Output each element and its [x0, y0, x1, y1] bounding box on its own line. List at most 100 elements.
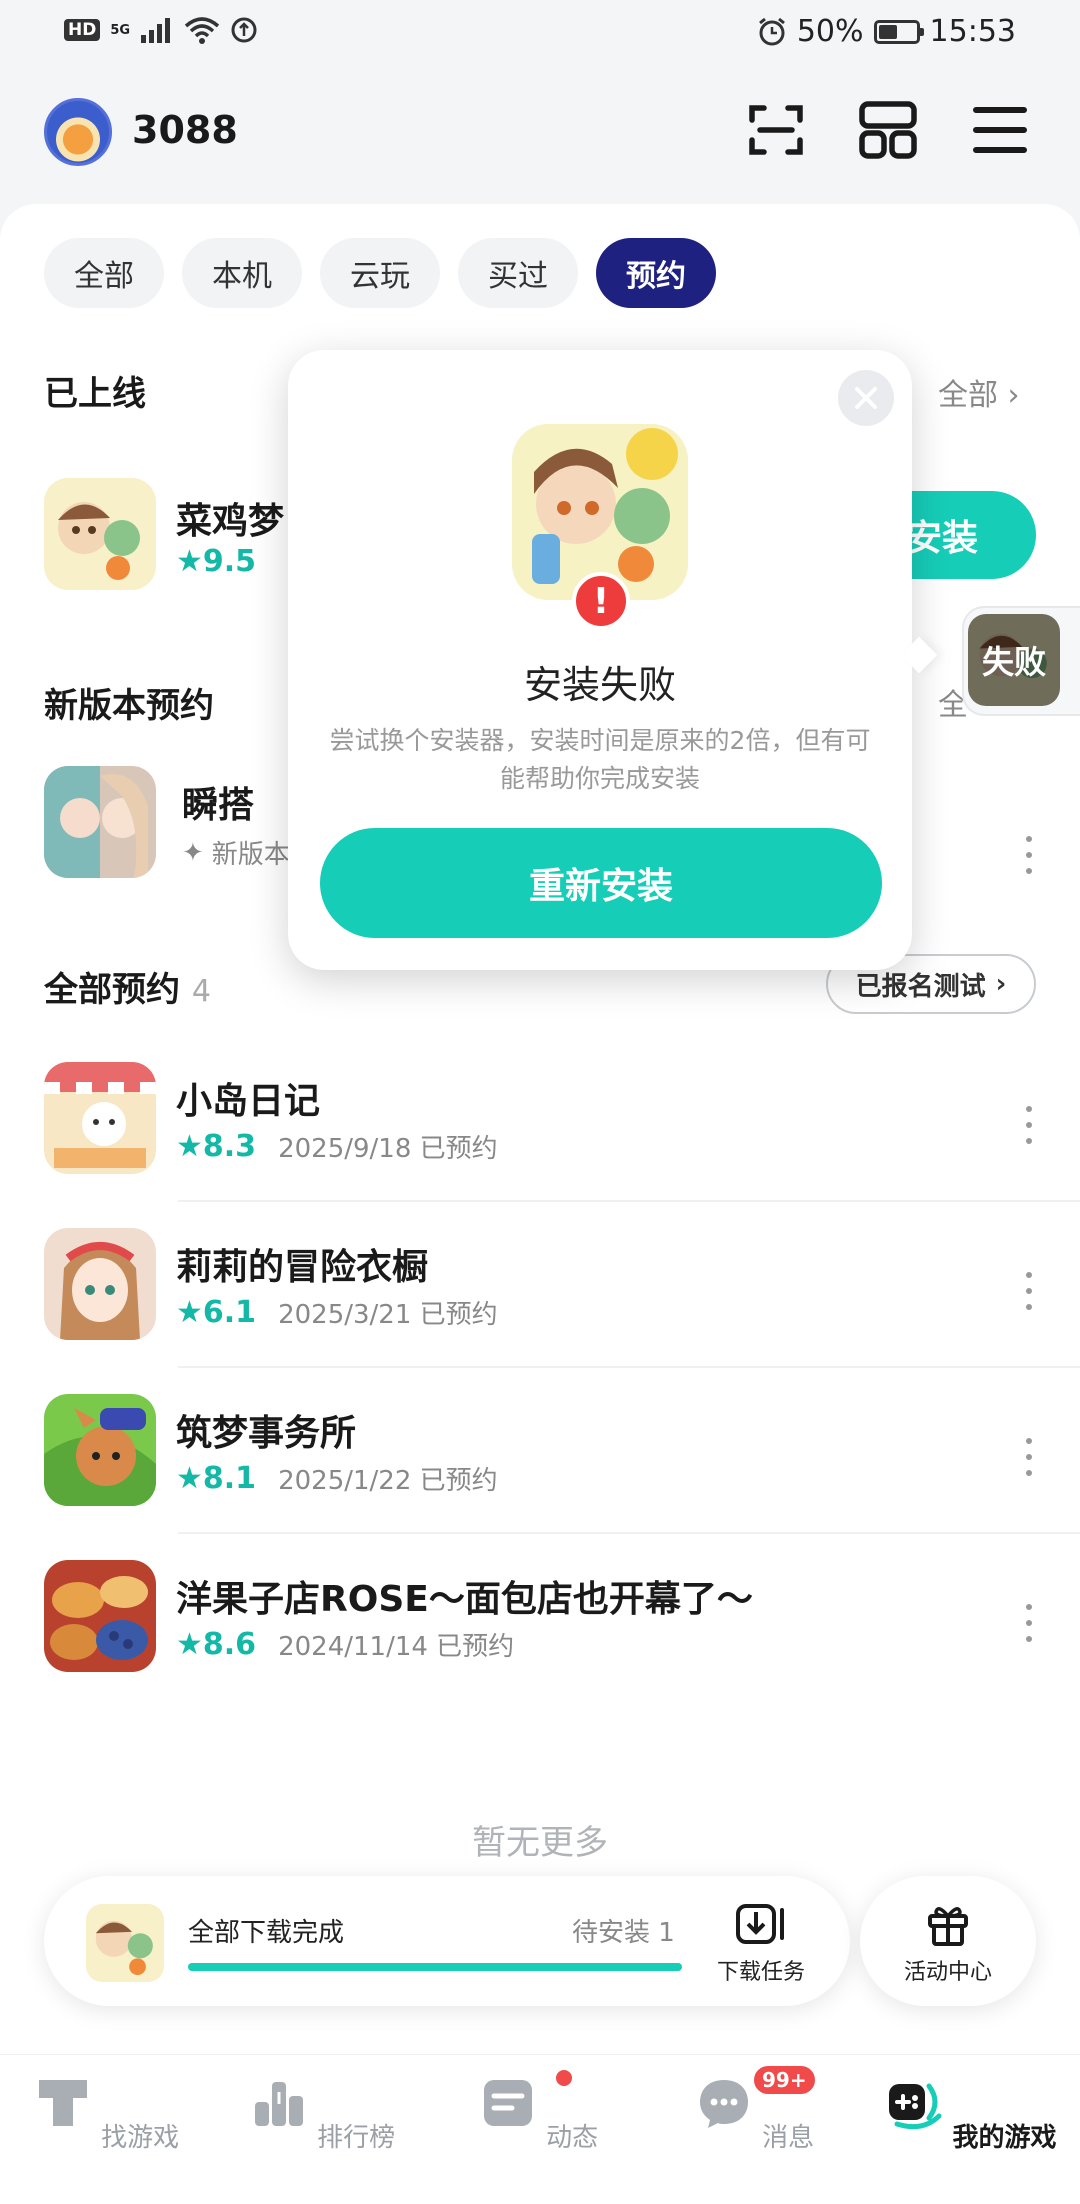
scan-icon[interactable] — [746, 100, 806, 160]
my-games-icon — [889, 2083, 942, 2130]
download-status: 全部下载完成 — [188, 1918, 345, 1948]
download-progress — [188, 1963, 682, 1971]
app-icon-lily-closet[interactable] — [44, 1228, 156, 1340]
user-avatar[interactable] — [44, 98, 112, 166]
app-meta: ★8.1 2025/1/22 已预约 — [176, 1461, 498, 1496]
apps-grid-icon[interactable] — [858, 100, 918, 160]
app-sub-new-version: ✦ 新版本 — [182, 834, 290, 871]
nav-label: 找游戏 — [101, 2123, 180, 2153]
app-meta: ★8.3 2025/9/18 已预约 — [176, 1129, 498, 1164]
more-options-icon[interactable] — [1024, 1604, 1034, 1648]
menu-icon[interactable] — [970, 100, 1030, 160]
rating-value: 8.6 — [202, 1627, 257, 1662]
row-divider — [178, 1366, 1080, 1368]
app-icon-new-version[interactable] — [44, 766, 156, 878]
chevron-right-icon: › — [1007, 378, 1020, 413]
wifi-icon — [184, 17, 220, 44]
more-options-icon[interactable] — [1024, 1106, 1034, 1150]
all-reserved-count: 4 — [191, 974, 211, 1009]
more-options-icon[interactable] — [1024, 836, 1034, 880]
status-bar: HD 5G 50% 15:53 — [0, 0, 1080, 66]
app-name: 筑梦事务所 — [176, 1413, 357, 1454]
message-icon — [699, 2080, 748, 2128]
battery-icon — [873, 19, 924, 44]
app-icon-dream-office[interactable] — [44, 1394, 156, 1506]
download-app-thumb — [86, 1904, 164, 1982]
more-options-icon[interactable] — [1024, 1272, 1034, 1316]
online-section-title: 已上线 — [44, 374, 146, 414]
status-right: 50% 15:53 — [757, 14, 1016, 49]
row-divider — [178, 1200, 1080, 1202]
close-button[interactable] — [838, 370, 894, 426]
coin-count: 3088 — [132, 108, 238, 152]
filter-purchased[interactable]: 买过 — [458, 238, 578, 308]
app-meta: ★6.1 2025/3/21 已预约 — [176, 1295, 498, 1330]
nav-label: 动态 — [546, 2123, 599, 2153]
download-progress-fill — [188, 1963, 682, 1971]
online-all-label: 全部 — [938, 378, 998, 413]
feed-notification-dot — [554, 2068, 574, 2088]
app-name-new-version: 瞬搭 — [182, 785, 255, 826]
battery-percent: 50% — [796, 14, 864, 49]
new-version-sub: 新版本 — [211, 840, 290, 870]
more-options-icon[interactable] — [1024, 1438, 1034, 1482]
nav-label: 我的游戏 — [952, 2123, 1057, 2153]
app-name-online: 菜鸡梦 — [176, 501, 285, 542]
filter-cloud[interactable]: 云玩 — [320, 238, 440, 308]
row-divider — [178, 1532, 1080, 1534]
nav-feed[interactable]: 动态 — [448, 2072, 628, 2154]
find-game-icon — [38, 2080, 87, 2126]
activity-center-label: 活动中心 — [903, 1960, 992, 1985]
gift-icon — [928, 1907, 968, 1946]
network-type: 5G — [110, 22, 131, 38]
dialog-description: 尝试换个安装器，安装时间是原来的2倍，但有可能帮助你完成安装 — [329, 726, 871, 793]
status-left: HD 5G — [64, 16, 258, 44]
rating-value: 8.1 — [202, 1461, 257, 1496]
reserved-date: 2025/9/18 已预约 — [278, 1134, 498, 1164]
reserved-date: 2024/11/14 已预约 — [278, 1632, 515, 1662]
dialog-title: 安装失败 — [523, 663, 676, 707]
all-reserved-title: 全部预约 4 — [44, 962, 211, 1011]
filter-reserved[interactable]: 预约 — [596, 238, 716, 308]
filter-all[interactable]: 全部 — [44, 238, 164, 308]
signal-icon — [141, 18, 171, 43]
message-badge: 99+ — [752, 2064, 817, 2096]
nav-my-games[interactable]: 我的游戏 — [880, 2072, 1060, 2154]
filter-local[interactable]: 本机 — [182, 238, 302, 308]
nav-ranking[interactable]: 排行榜 — [232, 2072, 412, 2154]
hd-icon: HD — [64, 19, 101, 41]
activity-center-button[interactable]: 活动中心 — [860, 1876, 1036, 2006]
alarm-icon — [758, 17, 785, 45]
error-icon: ! — [572, 572, 630, 630]
nav-label: 排行榜 — [317, 2123, 396, 2153]
app-name: 小岛日记 — [176, 1081, 321, 1122]
app-icon-rose-bakery[interactable] — [44, 1560, 156, 1672]
rating-value: 6.1 — [202, 1295, 257, 1330]
data-saver-icon — [231, 17, 257, 43]
nav-label: 消息 — [762, 2123, 815, 2153]
reinstall-button[interactable]: 重新安装 — [320, 828, 882, 938]
download-tasks-label: 下载任务 — [716, 1960, 805, 1985]
nav-find-game[interactable]: 找游戏 — [16, 2072, 196, 2154]
pending-install-count: 待安装 1 — [572, 1918, 675, 1948]
ranking-icon — [254, 2082, 303, 2126]
failed-label: 失败 — [968, 614, 1060, 706]
app-icon-island-diary[interactable] — [44, 1062, 156, 1174]
app-rating-online: ★9.5 — [176, 544, 257, 579]
reserved-date: 2025/3/21 已预约 — [278, 1300, 498, 1330]
download-icon — [736, 1904, 784, 1944]
feed-icon — [483, 2080, 532, 2126]
close-icon — [855, 387, 877, 409]
download-tasks-button[interactable]: 下载任务 — [708, 1900, 814, 1986]
app-name: 洋果子店ROSE～面包店也开幕了～ — [176, 1579, 753, 1620]
rating-value: 9.5 — [202, 544, 257, 579]
app-icon-online[interactable] — [44, 478, 156, 590]
online-all-link[interactable]: 全部 › — [938, 370, 1020, 414]
chevron-right-icon: › — [995, 969, 1007, 999]
sparkle-icon: ✦ — [182, 837, 204, 868]
all-reserved-label: 全部预约 — [44, 970, 180, 1010]
app-meta: ★8.6 2024/11/14 已预约 — [176, 1627, 515, 1662]
app-name: 莉莉的冒险衣橱 — [176, 1247, 429, 1288]
rating-value: 8.3 — [202, 1129, 257, 1164]
no-more-text: 暂无更多 — [472, 1823, 608, 1863]
